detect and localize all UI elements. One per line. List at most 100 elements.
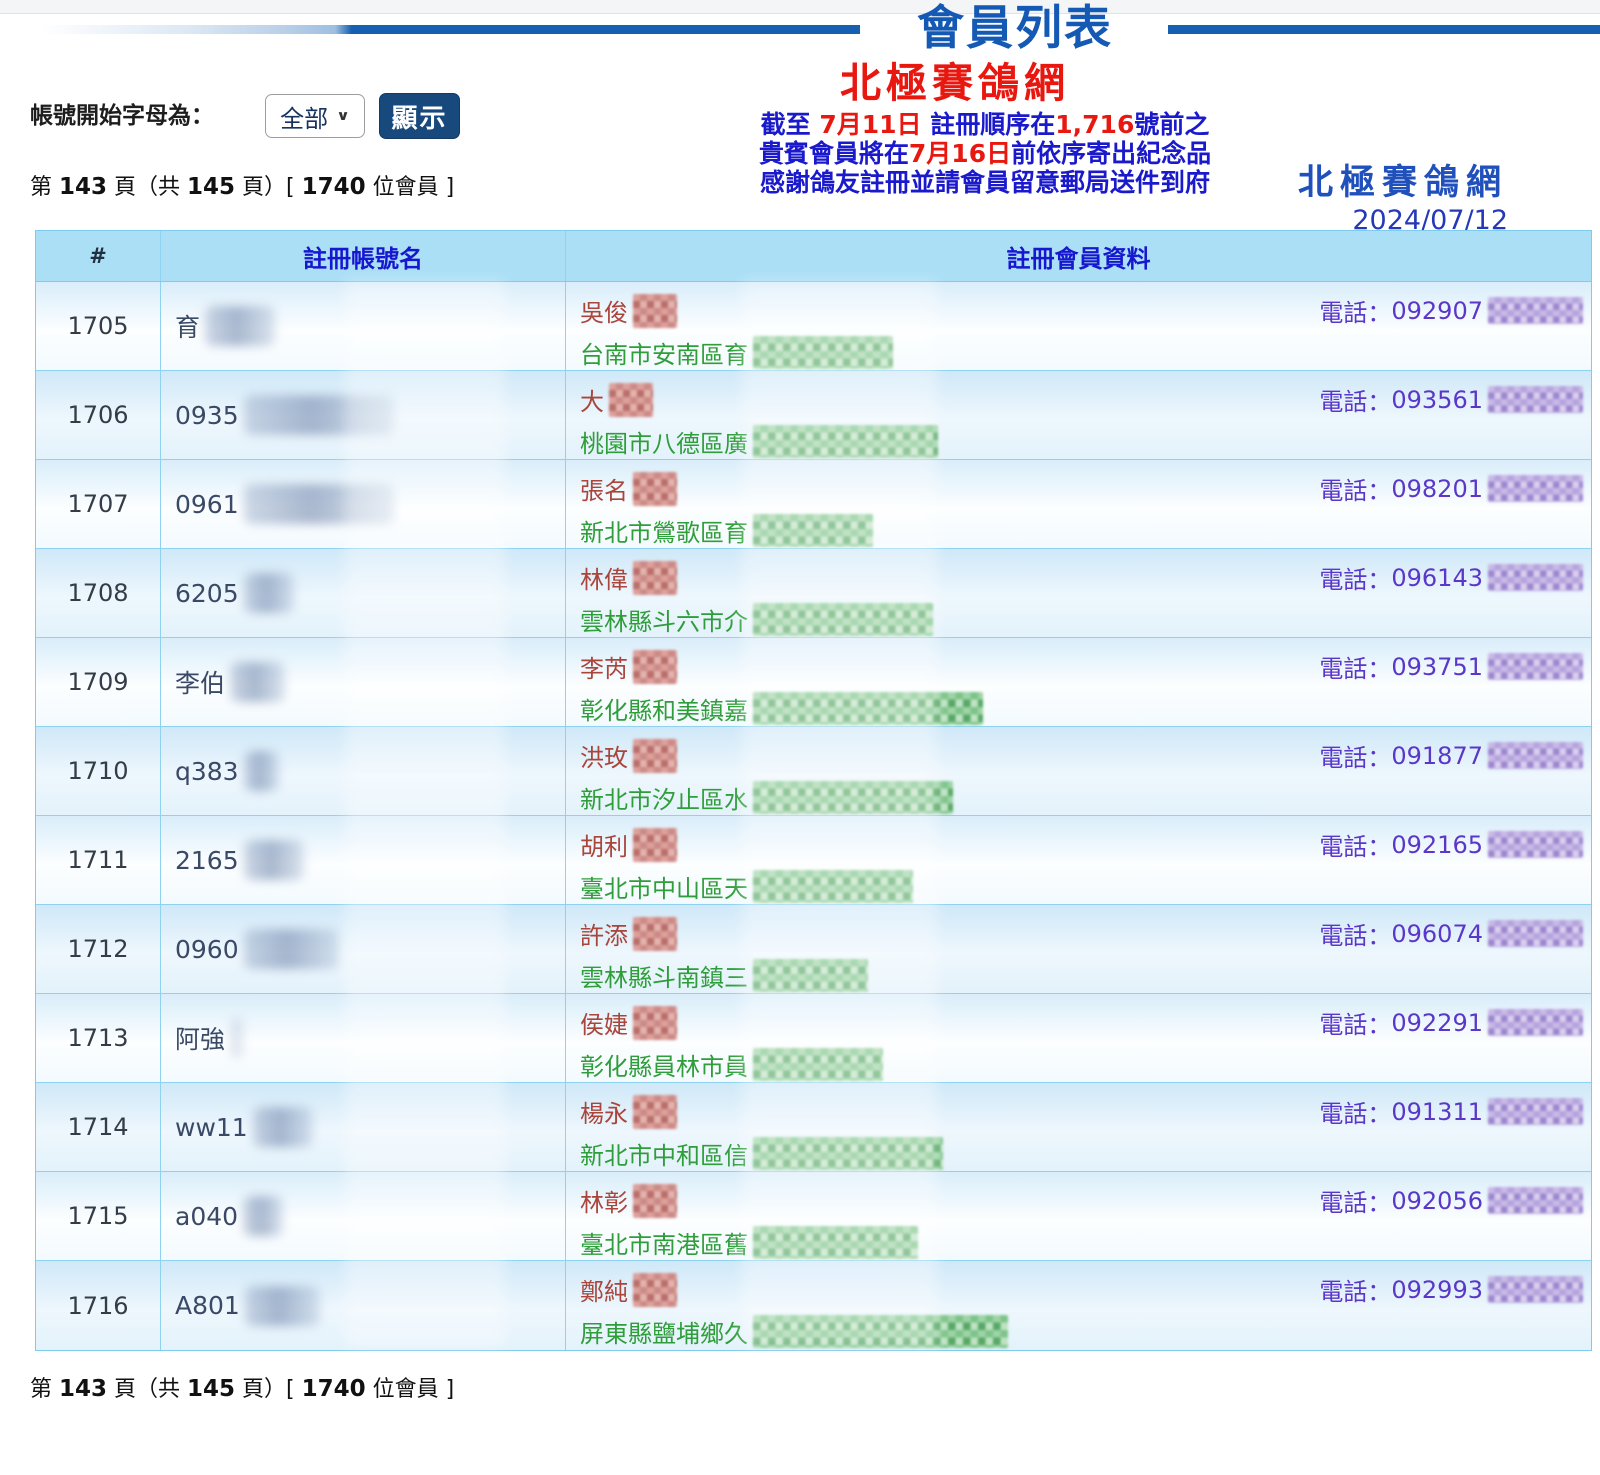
member-address: 桃園市八德區廣 xyxy=(580,424,748,459)
announcement-text: 註冊順序在 xyxy=(922,110,1056,139)
pagination-text: 頁）[ xyxy=(235,175,302,200)
announcement-date-red: 7月16日 xyxy=(909,139,1011,168)
member-name: 許添 xyxy=(580,916,628,951)
table-row: 1706 0935 大電話：093561 桃園市八德區廣 xyxy=(36,371,1591,460)
redacted-account xyxy=(244,929,339,969)
redacted-address xyxy=(753,692,983,725)
account-name: 0960 xyxy=(175,935,239,964)
announcement-text: 貴賓會員將在 xyxy=(759,139,909,168)
phone-number: 091311 xyxy=(1391,1098,1483,1126)
redacted-address xyxy=(753,1226,918,1259)
phone-number: 093751 xyxy=(1391,653,1483,681)
announcement-date-red: 7月11日 xyxy=(819,110,921,139)
header-number: # xyxy=(36,231,161,281)
redacted-address xyxy=(753,1048,883,1081)
announcement-line-1: 截至 7月11日 註冊順序在1,716號前之 xyxy=(660,110,1310,139)
redacted-phone xyxy=(1488,742,1583,769)
redacted-phone xyxy=(1488,1276,1583,1303)
pagination-bottom: 第 143 頁（共 145 頁）[ 1740 位會員 ] xyxy=(30,1374,454,1405)
current-page: 143 xyxy=(59,1376,107,1402)
member-name: 楊永 xyxy=(580,1094,628,1129)
member-number: 1708 xyxy=(36,549,161,637)
redacted-phone xyxy=(1488,831,1583,858)
account-name: ww11 xyxy=(175,1113,248,1142)
redacted-name xyxy=(633,828,677,862)
phone-number: 092291 xyxy=(1391,1009,1483,1037)
redacted-name xyxy=(633,561,677,595)
redacted-phone xyxy=(1488,386,1583,413)
redacted-account xyxy=(244,751,279,791)
redacted-phone xyxy=(1488,653,1583,680)
member-list-page: 會員列表 北極賽鴿網 截至 7月11日 註冊順序在1,716號前之 貴賓會員將在… xyxy=(0,0,1600,1475)
member-number: 1713 xyxy=(36,994,161,1082)
redacted-account xyxy=(243,1196,283,1236)
table-row: 1705 育 吳俊電話：092907 台南市安南區育 xyxy=(36,282,1591,371)
member-address: 臺北市南港區舊 xyxy=(580,1225,748,1260)
redacted-name xyxy=(633,739,677,773)
phone-label: 電話： xyxy=(1319,471,1391,506)
redacted-account xyxy=(230,662,285,702)
member-number: 1705 xyxy=(36,282,161,370)
member-name: 鄭純 xyxy=(580,1272,628,1307)
redacted-address xyxy=(753,1315,1008,1348)
account-letter-select[interactable]: 全部 ∨ xyxy=(265,94,365,138)
redacted-account xyxy=(245,1286,320,1326)
phone-label: 電話： xyxy=(1319,649,1391,684)
account-name: 6205 xyxy=(175,579,239,608)
redacted-name xyxy=(633,1273,677,1307)
table-row: 1707 0961 張名電話：098201 新北市鶯歌區育 xyxy=(36,460,1591,549)
redacted-account xyxy=(244,395,394,435)
member-address: 新北市汐止區水 xyxy=(580,780,748,815)
phone-number: 092907 xyxy=(1391,297,1483,325)
table-row: 1715 a040 林彰電話：092056 臺北市南港區舊 xyxy=(36,1172,1591,1261)
page-title: 會員列表 xyxy=(860,0,1170,58)
redacted-phone xyxy=(1488,1187,1583,1214)
member-address: 新北市中和區信 xyxy=(580,1136,748,1171)
member-number: 1711 xyxy=(36,816,161,904)
redacted-account xyxy=(244,484,394,524)
redacted-address xyxy=(753,870,913,903)
title-rule-right xyxy=(1168,25,1600,34)
table-row: 1708 6205 林偉電話：096143 雲林縣斗六市介 xyxy=(36,549,1591,638)
pagination-top: 第 143 頁（共 145 頁）[ 1740 位會員 ] xyxy=(30,172,454,203)
phone-number: 091877 xyxy=(1391,742,1483,770)
announcement-text: 截至 xyxy=(761,110,820,139)
member-number: 1712 xyxy=(36,905,161,993)
member-address: 雲林縣斗南鎮三 xyxy=(580,958,748,993)
table-row: 1711 2165 胡利電話：092165 臺北市中山區天 xyxy=(36,816,1591,905)
pagination-text: 第 xyxy=(30,175,59,200)
table-row: 1710 q383 洪玫電話：091877 新北市汐止區水 xyxy=(36,727,1591,816)
site-brand-red: 北極賽鴿網 xyxy=(805,58,1105,108)
table-row: 1712 0960 許添電話：096074 雲林縣斗南鎮三 xyxy=(36,905,1591,994)
show-button[interactable]: 顯示 xyxy=(379,93,460,139)
account-name: 0961 xyxy=(175,490,239,519)
pagination-text: 位會員 ] xyxy=(366,175,455,200)
current-page: 143 xyxy=(59,174,107,200)
pagination-text: 第 xyxy=(30,1377,59,1402)
pagination-text: 頁）[ xyxy=(235,1377,302,1402)
member-name: 林彰 xyxy=(580,1183,628,1218)
redacted-name xyxy=(633,917,677,951)
member-number: 1710 xyxy=(36,727,161,815)
redacted-account xyxy=(244,573,294,613)
redacted-name xyxy=(609,383,653,417)
member-address: 臺北市中山區天 xyxy=(580,869,748,904)
members-table: # 註冊帳號名 註冊會員資料 1705 育 吳俊電話：092907 台南市安南區… xyxy=(35,230,1592,1351)
redacted-phone xyxy=(1488,920,1583,947)
member-name: 張名 xyxy=(580,471,628,506)
redacted-address xyxy=(753,336,893,369)
redacted-phone xyxy=(1488,564,1583,591)
redacted-address xyxy=(753,425,938,458)
redacted-account xyxy=(230,1018,244,1058)
member-name: 洪玫 xyxy=(580,738,628,773)
member-name: 大 xyxy=(580,382,604,417)
redacted-name xyxy=(633,294,677,328)
member-name: 林偉 xyxy=(580,560,628,595)
redacted-name xyxy=(633,1184,677,1218)
table-row: 1709 李伯 李芮電話：093751 彰化縣和美鎮嘉 xyxy=(36,638,1591,727)
member-address: 台南市安南區育 xyxy=(580,335,748,370)
member-count: 1740 xyxy=(302,1376,366,1402)
account-name: a040 xyxy=(175,1202,238,1231)
redacted-phone xyxy=(1488,1098,1583,1125)
filter-label: 帳號開始字母為： xyxy=(30,92,214,140)
